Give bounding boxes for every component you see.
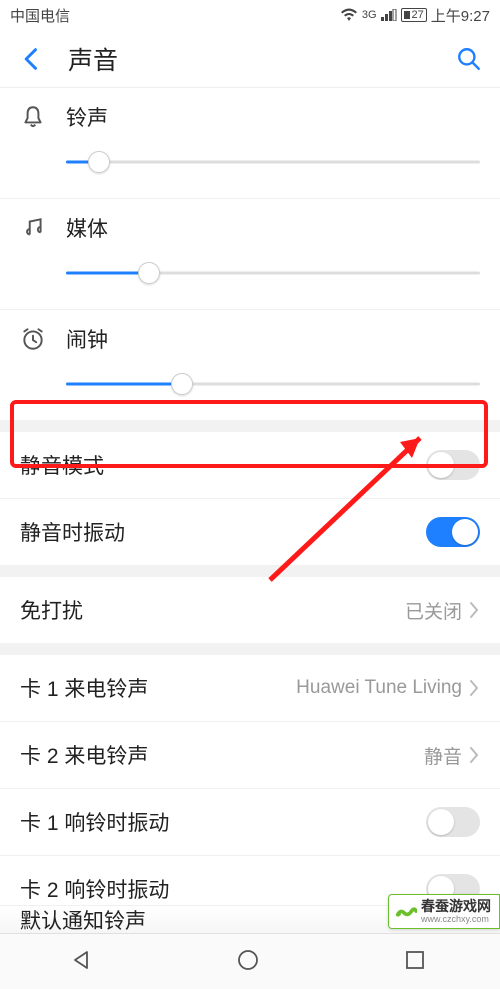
sim1-ringtone-label: 卡 1 来电铃声 [20, 673, 296, 703]
media-slider[interactable] [66, 261, 480, 285]
sim1-vibrate-toggle[interactable] [426, 807, 480, 837]
dnd-label: 免打扰 [20, 595, 405, 625]
nav-recent-button[interactable] [403, 948, 431, 976]
default-notification-label: 默认通知铃声 [20, 905, 146, 933]
music-note-icon [20, 215, 46, 241]
time-label: 上午9:27 [431, 5, 490, 26]
dnd-row[interactable]: 免打扰 已关闭 [0, 577, 500, 643]
nav-bar [0, 933, 500, 989]
watermark-name: 春蚕游戏网 [421, 899, 491, 913]
ringtone-slider-row: 铃声 [0, 88, 500, 198]
ringtone-slider[interactable] [66, 150, 480, 174]
volume-sliders-group: 铃声 媒体 [0, 88, 500, 420]
alarm-label: 闹钟 [66, 324, 108, 354]
sim1-vibrate-row[interactable]: 卡 1 响铃时振动 [0, 788, 500, 855]
page-title: 声音 [68, 41, 456, 77]
chevron-right-icon [468, 600, 480, 620]
silent-mode-toggle[interactable] [426, 450, 480, 480]
network-label: 3G [362, 9, 377, 21]
silent-mode-row[interactable]: 静音模式 [0, 432, 500, 498]
search-button[interactable] [456, 46, 482, 72]
nav-back-button[interactable] [69, 948, 97, 976]
alarm-slider-row: 闹钟 [0, 309, 500, 420]
wifi-icon [340, 8, 358, 22]
dnd-value: 已关闭 [405, 597, 462, 624]
back-button[interactable] [18, 45, 46, 73]
silent-mode-label: 静音模式 [20, 450, 426, 480]
header: 声音 [0, 30, 500, 88]
worm-icon [395, 903, 417, 921]
vibrate-on-silent-toggle[interactable] [426, 517, 480, 547]
nav-home-button[interactable] [236, 948, 264, 976]
carrier-label: 中国电信 [10, 5, 70, 26]
sim2-ringtone-label: 卡 2 来电铃声 [20, 740, 424, 770]
sim2-ringtone-value: 静音 [424, 742, 462, 769]
battery-indicator: 27 [401, 8, 427, 22]
silent-group: 静音模式 静音时振动 [0, 432, 500, 565]
bell-icon [20, 104, 46, 130]
alarm-slider[interactable] [66, 372, 480, 396]
sim1-ringtone-row[interactable]: 卡 1 来电铃声 Huawei Tune Living [0, 655, 500, 721]
watermark-url: www.czchxy.com [421, 915, 491, 924]
sim1-ringtone-value: Huawei Tune Living [296, 677, 462, 699]
sim1-vibrate-label: 卡 1 响铃时振动 [20, 807, 426, 837]
sim2-vibrate-label: 卡 2 响铃时振动 [20, 874, 426, 904]
vibrate-on-silent-row[interactable]: 静音时振动 [0, 498, 500, 565]
media-slider-row: 媒体 [0, 198, 500, 309]
sim-ringtone-group: 卡 1 来电铃声 Huawei Tune Living 卡 2 来电铃声 静音 … [0, 655, 500, 922]
watermark: 春蚕游戏网 www.czchxy.com [388, 894, 500, 929]
ringtone-label: 铃声 [66, 102, 108, 132]
media-label: 媒体 [66, 213, 108, 243]
chevron-right-icon [468, 678, 480, 698]
signal-icon [381, 9, 397, 21]
sim2-ringtone-row[interactable]: 卡 2 来电铃声 静音 [0, 721, 500, 788]
status-bar: 中国电信 3G 27 上午9:27 [0, 0, 500, 30]
dnd-group: 免打扰 已关闭 [0, 577, 500, 643]
vibrate-on-silent-label: 静音时振动 [20, 517, 426, 547]
alarm-clock-icon [20, 326, 46, 352]
chevron-right-icon [468, 745, 480, 765]
